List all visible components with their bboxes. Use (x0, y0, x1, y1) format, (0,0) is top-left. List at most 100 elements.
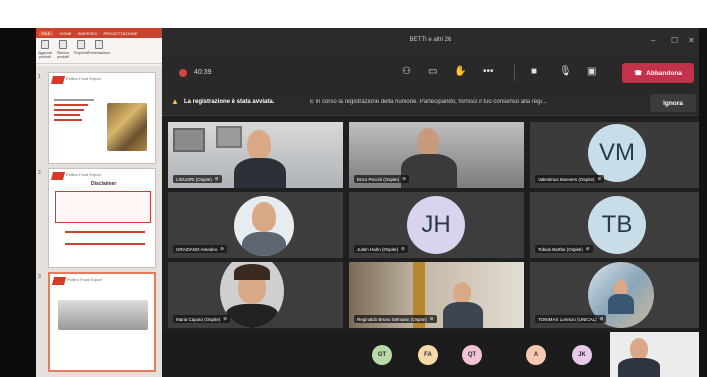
person-body (401, 154, 457, 188)
slide-number: 3 (38, 274, 41, 280)
slide-thumbnail-selected[interactable]: Pollino Food Export (48, 272, 156, 372)
mic-off-icon: ⊘ (220, 246, 225, 251)
close-icon[interactable]: ✕ (688, 36, 695, 45)
minimize-icon[interactable]: – (651, 36, 655, 45)
person-body (242, 232, 286, 256)
ignore-button[interactable]: Ignora (650, 94, 696, 112)
participant-avatar-small[interactable]: JK (572, 345, 592, 365)
participant-grid: LIGUORI (Ospite) ⊘ Enzo Pecchi (Ospite) ⊘ … (162, 122, 699, 332)
overflow-participants: GT FA QT A JK (162, 332, 699, 377)
leave-button[interactable]: ☎ Abbandona (622, 63, 694, 83)
participant-tile[interactable]: TONIMAX Lorenzo (UNICAL) ⊘ (530, 262, 699, 328)
text-line (65, 243, 145, 245)
slide-thumbnails: 1 Pollino Food Export 2 Pollino Food Exp… (36, 66, 162, 377)
window-title: BETTI e altri 26 (409, 37, 452, 43)
text-line (54, 109, 84, 111)
participant-name: Enzo Pecchi (Ospite) ⊘ (354, 175, 410, 183)
person-head (453, 282, 471, 304)
microphone-icon[interactable]: 🎙 (559, 66, 572, 78)
ppt-tab-insert[interactable]: INSERISCI (77, 31, 97, 36)
mic-off-icon: ⊘ (597, 176, 602, 181)
participants-icon[interactable]: ⚇ (402, 66, 411, 78)
funnel-icon (59, 40, 67, 49)
camera-icon[interactable]: ■ (531, 66, 537, 78)
meeting-toolbar: 40:39 ⚇ ▭ ✋ ••• ■ 🎙 ▣ ☎ Abbandona (162, 56, 699, 90)
wall-picture (216, 126, 242, 148)
participant-name: Justin Hahn (Ospite) ⊘ (354, 245, 408, 253)
participant-name: Tobias Barthe (Ospite) ⊘ (535, 245, 593, 253)
participant-avatar: TB (588, 196, 646, 254)
mic-off-icon: ⊘ (402, 176, 407, 181)
ppt-tab-file[interactable]: FILE (39, 30, 54, 36)
ribbon-button-search-products[interactable]: Ricerca prodotti (56, 40, 70, 61)
participant-name: TONIMAX Lorenzo (UNICAL) ⊘ (535, 315, 607, 323)
mic-off-icon: ⊘ (429, 316, 434, 321)
participant-tile[interactable]: LIGUORI (Ospite) ⊘ (168, 122, 343, 188)
slide-thumbnail[interactable]: Pollino Food Export (48, 72, 156, 164)
participant-avatar-small[interactable]: QT (462, 345, 482, 365)
person-body (234, 158, 286, 188)
self-view-video[interactable] (610, 332, 699, 377)
wall-picture (173, 128, 205, 152)
mic-off-icon: ⊘ (401, 246, 405, 251)
chat-icon[interactable]: ▭ (428, 66, 437, 78)
participant-tile[interactable]: JH Justin Hahn (Ospite) ⊘ (349, 192, 524, 258)
left-black-border (0, 28, 36, 377)
participant-avatar-small[interactable]: GT (372, 345, 392, 365)
brand-name: Pollino Food Export (67, 277, 102, 282)
participant-tile[interactable]: Enzo Pecchi (Ospite) ⊘ (349, 122, 524, 188)
slide-number: 2 (38, 170, 41, 176)
leave-button-label: Abbandona (646, 69, 682, 77)
ppt-tab-design[interactable]: PROGETTAZIONE (103, 31, 137, 36)
funnel-icon (41, 40, 49, 49)
participant-name: Maria Caputo (Ospite) ⊘ (173, 315, 231, 323)
product-image (107, 103, 147, 151)
brand-logo (50, 172, 66, 180)
person-body (443, 302, 483, 328)
screen: FILE HOME INSERISCI PROGETTAZIONE Aggiun… (0, 0, 707, 377)
participant-name: Valentinus Moevers (Ospite) ⊘ (535, 175, 605, 183)
brand-logo (51, 277, 67, 285)
participant-tile[interactable]: GRAZIANO Amedeo ⊘ (168, 192, 343, 258)
person-head (252, 202, 276, 232)
participant-tile[interactable]: Maria Caputo (Ospite) ⊘ (168, 262, 343, 328)
text-line (54, 99, 94, 101)
ppt-ribbon: Aggiunta prodotti Ricerca prodotti Propr… (36, 38, 162, 64)
person-body (618, 358, 660, 377)
maximize-icon[interactable]: ☐ (671, 36, 678, 45)
ribbon-button-add-products[interactable]: Aggiunta prodotti (38, 40, 52, 61)
text-line (65, 231, 145, 233)
participant-photo (234, 196, 294, 256)
mic-off-icon: ⊘ (214, 176, 219, 181)
ppt-tab-home[interactable]: HOME (59, 31, 71, 36)
participant-avatar: VM (588, 124, 646, 182)
person-body (608, 294, 634, 314)
mic-off-icon: ⊘ (585, 246, 590, 251)
more-options-icon[interactable]: ••• (483, 66, 494, 78)
slides-icon (95, 40, 103, 49)
participant-avatar: JH (407, 196, 465, 254)
right-black-border (699, 28, 707, 377)
ribbon-button-properties[interactable]: Proprietà (74, 40, 88, 61)
share-screen-icon[interactable]: ▣ (587, 66, 596, 78)
slide-image (58, 300, 148, 330)
participant-name: LIGUORI (Ospite) ⊘ (173, 175, 222, 183)
person-hair (234, 264, 270, 280)
slide-title: Disclaimer (91, 181, 117, 187)
meeting-timer: 40:39 (194, 69, 212, 76)
document-icon (77, 40, 85, 49)
person-head (247, 130, 271, 160)
slide-thumbnail[interactable]: Pollino Food Export Disclaimer (48, 168, 156, 268)
slide-number: 1 (38, 74, 41, 80)
participant-avatar-small[interactable]: FA (418, 345, 438, 365)
raise-hand-icon[interactable]: ✋ (454, 66, 466, 78)
person-body (226, 304, 278, 328)
participant-avatar-small[interactable]: A (526, 345, 546, 365)
text-line (54, 119, 82, 121)
participant-tile[interactable]: Reginaldo Bruno Selmann (Ospite) ⊘ (349, 262, 524, 328)
ribbon-button-presentation[interactable]: Presentazione (88, 40, 110, 61)
phone-hangup-icon: ☎ (634, 70, 643, 77)
participant-tile[interactable]: VM Valentinus Moevers (Ospite) ⊘ (530, 122, 699, 188)
brand-name: Pollino Food Export (66, 76, 101, 81)
participant-tile[interactable]: TB Tobias Barthe (Ospite) ⊘ (530, 192, 699, 258)
